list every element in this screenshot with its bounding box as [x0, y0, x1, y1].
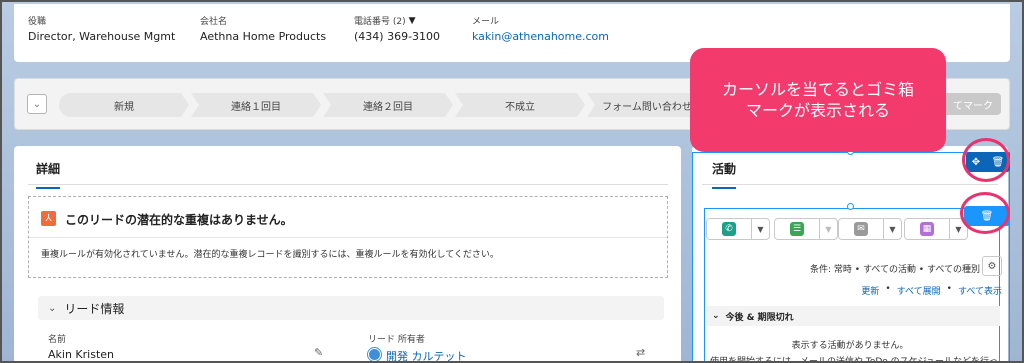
separator-dot: •: [885, 284, 891, 294]
section-header-lead-info[interactable]: ⌄ リード情報: [38, 296, 664, 320]
new-event-button-group: ▦ ▼: [904, 218, 968, 240]
expand-all-link[interactable]: すべて展開: [897, 284, 941, 297]
phone-value[interactable]: (434) 369-3100: [354, 30, 440, 43]
duplicate-text: 重複ルールが有効化されていません。潜在的な重複レコードを識別するには、重複ルール…: [41, 250, 499, 260]
separator-dot: •: [946, 284, 952, 294]
owner-label: リード 所有者: [368, 335, 425, 345]
refresh-link[interactable]: 更新: [861, 284, 879, 297]
filter-settings-button[interactable]: ⚙: [982, 256, 1002, 276]
path-toggle-button[interactable]: ⌄: [27, 94, 47, 114]
callout-line-2: マークが表示される: [745, 101, 890, 120]
annotation-callout: カーソルを当てるとゴミ箱 マークが表示される: [690, 48, 946, 152]
highlight-ring: [960, 192, 1010, 234]
edit-pencil-icon[interactable]: ✎: [314, 346, 323, 359]
path-step-form-inquiry[interactable]: フォーム問い合わせ: [587, 93, 707, 117]
duplicate-divider: [29, 237, 667, 238]
path-step-new[interactable]: 新規: [59, 93, 189, 117]
name-value: Akin Kristen: [48, 348, 114, 361]
phone-label: 電話番号 (2): [354, 17, 406, 27]
path-steps: 新規 連絡１回目 連絡２回目 不成立 フォーム問い合わせ: [59, 93, 709, 117]
activity-card: 活動 ✆ ▼ ☰ ▼ ✉ ▼ ▦ ▼ 条件: 常時 • すべての活動 • すべて…: [692, 146, 1008, 363]
log-call-button[interactable]: ✆: [707, 219, 751, 239]
gear-icon: ⚙: [987, 260, 997, 272]
path-step-lost[interactable]: 不成立: [455, 93, 585, 117]
company-value: Aethna Home Products: [200, 30, 327, 43]
email-menu-button[interactable]: ▼: [883, 219, 901, 239]
detail-card: 詳細 ⅄ このリードの潜在的な重複はありません。 重複ルールが有効化されていませ…: [14, 146, 681, 361]
duplicate-icon: ⅄: [41, 211, 56, 226]
path-step-contact-2[interactable]: 連絡２回目: [323, 93, 453, 117]
email-label: メール: [472, 17, 500, 27]
screenshot-frame: 役職 Director, Warehouse Mgmt 会社名 Aethna H…: [0, 0, 1024, 363]
task-icon: ☰: [790, 222, 804, 236]
calendar-icon: ▦: [920, 222, 934, 236]
path-step-contact-1[interactable]: 連絡１回目: [191, 93, 321, 117]
new-task-button[interactable]: ☰: [775, 219, 819, 239]
email-icon: ✉: [854, 222, 868, 236]
section-title: リード情報: [64, 301, 125, 316]
new-task-menu-button[interactable]: ▼: [819, 219, 837, 239]
upcoming-overdue-section[interactable]: ⌄ 今後 & 期限切れ: [706, 306, 1000, 326]
log-call-button-group: ✆ ▼: [706, 218, 770, 240]
highlight-ring: [962, 138, 1010, 182]
name-label: 名前: [48, 335, 67, 345]
view-all-link[interactable]: すべて表示: [958, 284, 1002, 297]
resize-handle[interactable]: [847, 203, 854, 210]
chevron-down-icon: ⌄: [712, 311, 720, 321]
upcoming-label: 今後 & 期限切れ: [725, 312, 794, 323]
mark-complete-label: てマーク: [953, 100, 993, 112]
tab-divider: [702, 184, 998, 185]
phone-label-row: 電話番号 (2) ▼: [354, 14, 440, 28]
callout-line-1: カーソルを当てるとゴミ箱: [721, 80, 914, 99]
owner-link[interactable]: 開発 カルテット: [386, 348, 467, 361]
send-email-button[interactable]: ✉: [839, 219, 883, 239]
caret-down-icon[interactable]: ▼: [409, 16, 416, 26]
activity-links: 更新 • すべて展開 • すべて表示: [861, 284, 1002, 297]
log-call-menu-button[interactable]: ▼: [751, 219, 769, 239]
no-activity-text: 表示する活動がありません。: [791, 341, 909, 351]
company-label: 会社名: [200, 17, 228, 27]
company-field: 会社名 Aethna Home Products: [200, 14, 326, 43]
no-activity-hint: 使用を開始するには、メールの送信や ToDo のスケジュールなどを行っ: [710, 357, 999, 363]
chevron-down-icon: ⌄: [48, 302, 57, 314]
phone-field: 電話番号 (2) ▼ (434) 369-3100: [354, 14, 440, 44]
chevron-down-icon: ⌄: [32, 98, 42, 110]
new-task-button-group: ☰ ▼: [774, 218, 838, 240]
change-owner-icon[interactable]: ⇄: [636, 346, 645, 359]
title-label: 役職: [28, 17, 47, 27]
new-event-button[interactable]: ▦: [905, 219, 949, 239]
tab-divider: [28, 184, 668, 185]
email-field: メール kakin@athenahome.com: [472, 14, 609, 43]
avatar: [368, 348, 381, 361]
title-field: 役職 Director, Warehouse Mgmt: [28, 14, 175, 43]
phone-icon: ✆: [722, 222, 736, 236]
activity-filter-text: 条件: 常時 • すべての活動 • すべての種別: [810, 265, 980, 275]
duplicate-title: このリードの潜在的な重複はありません。: [65, 213, 293, 227]
title-value: Director, Warehouse Mgmt: [28, 30, 176, 43]
duplicate-check-box: ⅄ このリードの潜在的な重複はありません。 重複ルールが有効化されていません。潜…: [28, 196, 668, 278]
email-link[interactable]: kakin@athenahome.com: [472, 30, 609, 43]
email-button-group: ✉ ▼: [838, 218, 902, 240]
